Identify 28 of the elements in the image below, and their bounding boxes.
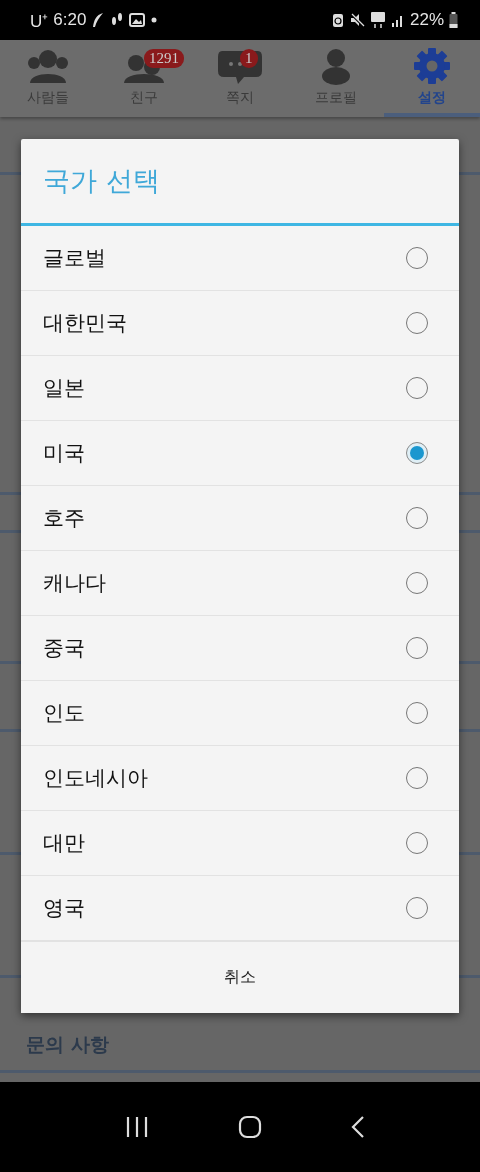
back-icon[interactable]: [350, 1115, 366, 1139]
cancel-button[interactable]: 취소: [21, 941, 459, 1013]
dialog-title: 국가 선택: [21, 139, 459, 226]
country-option[interactable]: 인도네시아: [21, 746, 459, 811]
battery-percent: 22%: [409, 10, 444, 30]
country-option[interactable]: 미국: [21, 421, 459, 486]
radio-button[interactable]: [406, 442, 428, 464]
country-option[interactable]: 대만: [21, 811, 459, 876]
home-icon[interactable]: [238, 1115, 262, 1139]
signal-icon: [390, 13, 405, 27]
country-option[interactable]: 글로벌: [21, 226, 459, 291]
image-icon: [129, 12, 146, 28]
mute-icon: [348, 12, 365, 28]
footprints-icon: [110, 12, 125, 28]
country-option[interactable]: 일본: [21, 356, 459, 421]
count-badge: 1291: [144, 49, 184, 68]
dot-icon: [150, 16, 159, 24]
feather-icon: [91, 12, 106, 28]
section-heading: 문의 사항: [26, 1032, 109, 1057]
clock: 6:20: [53, 10, 87, 30]
battery-icon: [449, 12, 458, 28]
carrier-label: U⁺: [30, 10, 49, 32]
country-option[interactable]: 호주: [21, 486, 459, 551]
country-option[interactable]: 대한민국: [21, 291, 459, 356]
country-option[interactable]: 중국: [21, 616, 459, 681]
country-option[interactable]: 인도: [21, 681, 459, 746]
country-option[interactable]: 캐나다: [21, 551, 459, 616]
recent-apps-icon[interactable]: [124, 1116, 150, 1138]
